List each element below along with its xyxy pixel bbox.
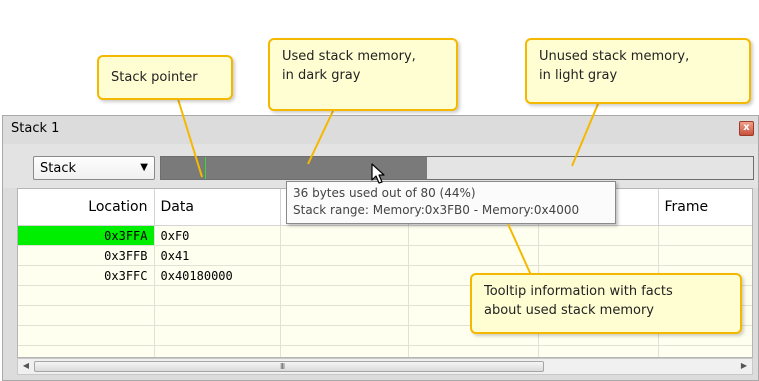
table-row[interactable]: 0x3FFA 0xF0 [18, 225, 752, 246]
cell-empty [658, 345, 752, 357]
cell-empty [658, 225, 752, 246]
callout-used-line2: in dark gray [282, 68, 361, 83]
cell-empty [280, 345, 409, 357]
column-header-frame[interactable]: Frame [658, 189, 752, 226]
tooltip-usage-line: 36 bytes used out of 80 (44%) [293, 186, 476, 200]
cell-empty [538, 345, 659, 357]
cell-empty [280, 265, 409, 286]
cell-empty [18, 305, 155, 326]
cell-location: 0x3FFB [18, 245, 155, 266]
cell-location: 0x3FFC [18, 265, 155, 286]
callout-unused-memory: Unused stack memory, in light gray [525, 38, 751, 104]
view-select-value: Stack [40, 161, 76, 176]
close-button[interactable]: x [739, 121, 754, 136]
cell-empty [408, 345, 539, 357]
cell-empty [280, 325, 409, 346]
mouse-pointer-icon [371, 163, 385, 184]
cell-empty [18, 345, 155, 357]
stack-pointer-marker [205, 157, 206, 179]
horizontal-scrollbar[interactable]: ◀ III ▶ [17, 358, 753, 375]
column-header-location[interactable]: Location [18, 189, 155, 226]
cell-empty [280, 245, 409, 266]
callout-tooltip-info: Tooltip information with facts about use… [470, 273, 742, 334]
window-title: Stack 1 [11, 121, 60, 136]
scroll-thumb[interactable]: III [34, 361, 544, 372]
window-titlebar: Stack 1 x [3, 116, 758, 142]
view-select[interactable]: Stack ▼ [33, 156, 155, 180]
usage-tooltip: 36 bytes used out of 80 (44%) Stack rang… [286, 181, 616, 224]
callout-unused-line2: in light gray [539, 68, 618, 83]
cell-empty [538, 245, 659, 266]
cell-empty [154, 285, 281, 306]
cell-empty [408, 225, 539, 246]
chevron-down-icon: ▼ [140, 162, 148, 173]
cell-empty [280, 225, 409, 246]
cell-empty [408, 245, 539, 266]
cell-empty [154, 325, 281, 346]
cell-empty [280, 305, 409, 326]
callout-unused-line1: Unused stack memory, [539, 49, 690, 64]
stack-window: Stack 1 x Stack ▼ Location Data Frame 0x… [2, 115, 759, 381]
table-row[interactable] [18, 345, 752, 357]
cell-location: 0x3FFA [18, 225, 155, 246]
cell-empty [18, 325, 155, 346]
callout-stack-pointer: Stack pointer [97, 55, 233, 100]
callout-used-line1: Used stack memory, [282, 49, 416, 64]
stack-usage-bar[interactable] [160, 156, 754, 180]
cell-empty [658, 245, 752, 266]
cell-data: 0x41 [154, 245, 281, 266]
cell-empty [154, 345, 281, 357]
callout-stack-pointer-text: Stack pointer [111, 70, 198, 85]
cell-empty [18, 285, 155, 306]
column-header-data[interactable]: Data [154, 189, 281, 226]
cell-empty [154, 305, 281, 326]
callout-tooltip-line1: Tooltip information with facts [484, 284, 673, 299]
cell-data: 0x40180000 [154, 265, 281, 286]
table-row[interactable]: 0x3FFB 0x41 [18, 245, 752, 266]
scroll-right-icon[interactable]: ▶ [738, 361, 750, 370]
used-stack-fill [161, 157, 427, 179]
cell-data: 0xF0 [154, 225, 281, 246]
close-icon: x [743, 122, 750, 133]
cell-empty [280, 285, 409, 306]
cell-empty [538, 225, 659, 246]
grip-icon: III [280, 362, 285, 371]
scroll-left-icon[interactable]: ◀ [20, 361, 32, 370]
tooltip-range-line: Stack range: Memory:0x3FB0 - Memory:0x40… [293, 203, 580, 217]
callout-used-memory: Used stack memory, in dark gray [268, 38, 458, 111]
callout-tooltip-line2: about used stack memory [484, 303, 654, 318]
